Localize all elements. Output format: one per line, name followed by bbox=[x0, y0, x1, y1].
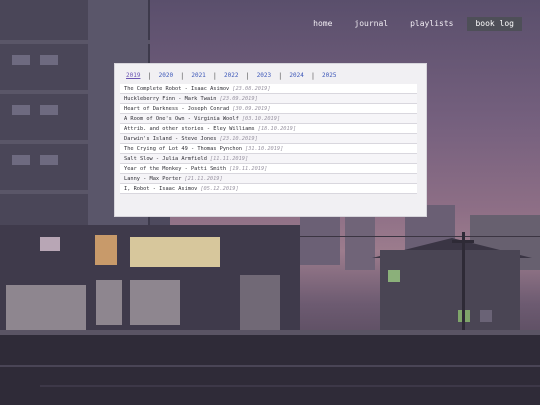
year-tab-2024[interactable]: 2024 bbox=[288, 72, 304, 79]
year-tab-2019[interactable]: 2019 bbox=[125, 72, 141, 79]
year-tab-2021[interactable]: 2021 bbox=[190, 72, 206, 79]
book-title-author: The Crying of Lot 49 - Thomas Pynchon bbox=[124, 146, 242, 152]
utility-pole bbox=[462, 232, 465, 332]
shop-row bbox=[0, 225, 300, 345]
book-title-author: Heart of Darkness - Joseph Conrad bbox=[124, 106, 230, 112]
year-separator: | bbox=[212, 71, 218, 80]
book-date: [05.12.2019] bbox=[200, 186, 239, 192]
book-title-author: Salt Slow - Julia Armfield bbox=[124, 156, 207, 162]
book-entry: I, Robot - Isaac Asimov [05.12.2019] bbox=[120, 184, 417, 194]
book-title-author: The Complete Robot - Isaac Asimov bbox=[124, 86, 230, 92]
book-date: [11.11.2019] bbox=[209, 156, 249, 162]
book-title-author: Attrib. and other stories - Eley William… bbox=[124, 126, 255, 132]
book-list: The Complete Robot - Isaac Asimov [23.08.… bbox=[120, 84, 417, 194]
book-title-author: Year of the Monkey - Patti Smith bbox=[124, 166, 227, 172]
year-tab-2020[interactable]: 2020 bbox=[158, 72, 174, 79]
street bbox=[0, 335, 540, 405]
book-date: [31.10.2019] bbox=[245, 146, 284, 152]
nav-home-link[interactable]: home bbox=[305, 17, 340, 31]
power-wire bbox=[300, 236, 540, 237]
top-nav: home journal playlists book log bbox=[305, 17, 522, 31]
book-entry: The Complete Robot - Isaac Asimov [23.08.… bbox=[120, 84, 417, 94]
book-entry: A Room of One's Own - Virginia Woolf [03.… bbox=[120, 114, 417, 124]
year-separator: | bbox=[310, 71, 316, 80]
nav-journal-link[interactable]: journal bbox=[346, 17, 396, 31]
book-date: [23.10.2019] bbox=[219, 136, 258, 142]
book-title-author: Lanny - Max Porter bbox=[124, 176, 182, 182]
book-date: [03.10.2019] bbox=[241, 116, 281, 122]
book-entry: The Crying of Lot 49 - Thomas Pynchon [31… bbox=[120, 144, 417, 154]
year-tabs: 2019 | 2020 | 2021 | 2022 | 2023 | 2024 … bbox=[125, 72, 337, 79]
book-entry: Heart of Darkness - Joseph Conrad [30.09.… bbox=[120, 104, 417, 114]
book-date: [30.09.2019] bbox=[232, 106, 271, 112]
book-title-author: Darwin's Island - Steve Jones bbox=[124, 136, 217, 142]
house bbox=[380, 250, 520, 340]
book-title-author: I, Robot - Isaac Asimov bbox=[124, 186, 198, 192]
book-entry: Huckleberry Finn - Mark Twain [23.09.2019… bbox=[120, 94, 417, 104]
year-separator: | bbox=[278, 71, 283, 80]
book-title-author: A Room of One's Own - Virginia Woolf bbox=[124, 116, 239, 122]
book-date: [21.11.2019] bbox=[184, 176, 223, 182]
nav-playlists-link[interactable]: playlists bbox=[402, 17, 461, 31]
book-entry: Salt Slow - Julia Armfield [11.11.2019] bbox=[120, 154, 417, 164]
book-title-author: Huckleberry Finn - Mark Twain bbox=[124, 96, 217, 102]
book-date: [23.09.2019] bbox=[219, 96, 258, 102]
year-tab-2023[interactable]: 2023 bbox=[256, 72, 272, 79]
nav-book-log-link[interactable]: book log bbox=[467, 17, 522, 31]
book-date: [19.11.2019] bbox=[229, 166, 268, 172]
year-separator: | bbox=[180, 71, 185, 80]
background-building bbox=[345, 210, 375, 270]
year-separator: | bbox=[245, 71, 250, 80]
book-entry: Attrib. and other stories - Eley William… bbox=[120, 124, 417, 134]
year-tab-2022[interactable]: 2022 bbox=[223, 72, 239, 79]
book-entry: Darwin's Island - Steve Jones [23.10.2019… bbox=[120, 134, 417, 144]
book-date: [18.10.2019] bbox=[257, 126, 297, 132]
utility-pole-bar bbox=[452, 240, 474, 243]
book-date: [23.08.2019] bbox=[232, 86, 271, 92]
year-tab-2025[interactable]: 2025 bbox=[321, 72, 337, 79]
book-entry: Year of the Monkey - Patti Smith [19.11.2… bbox=[120, 164, 417, 174]
year-separator: | bbox=[147, 71, 152, 80]
book-entry: Lanny - Max Porter [21.11.2019] bbox=[120, 174, 417, 184]
